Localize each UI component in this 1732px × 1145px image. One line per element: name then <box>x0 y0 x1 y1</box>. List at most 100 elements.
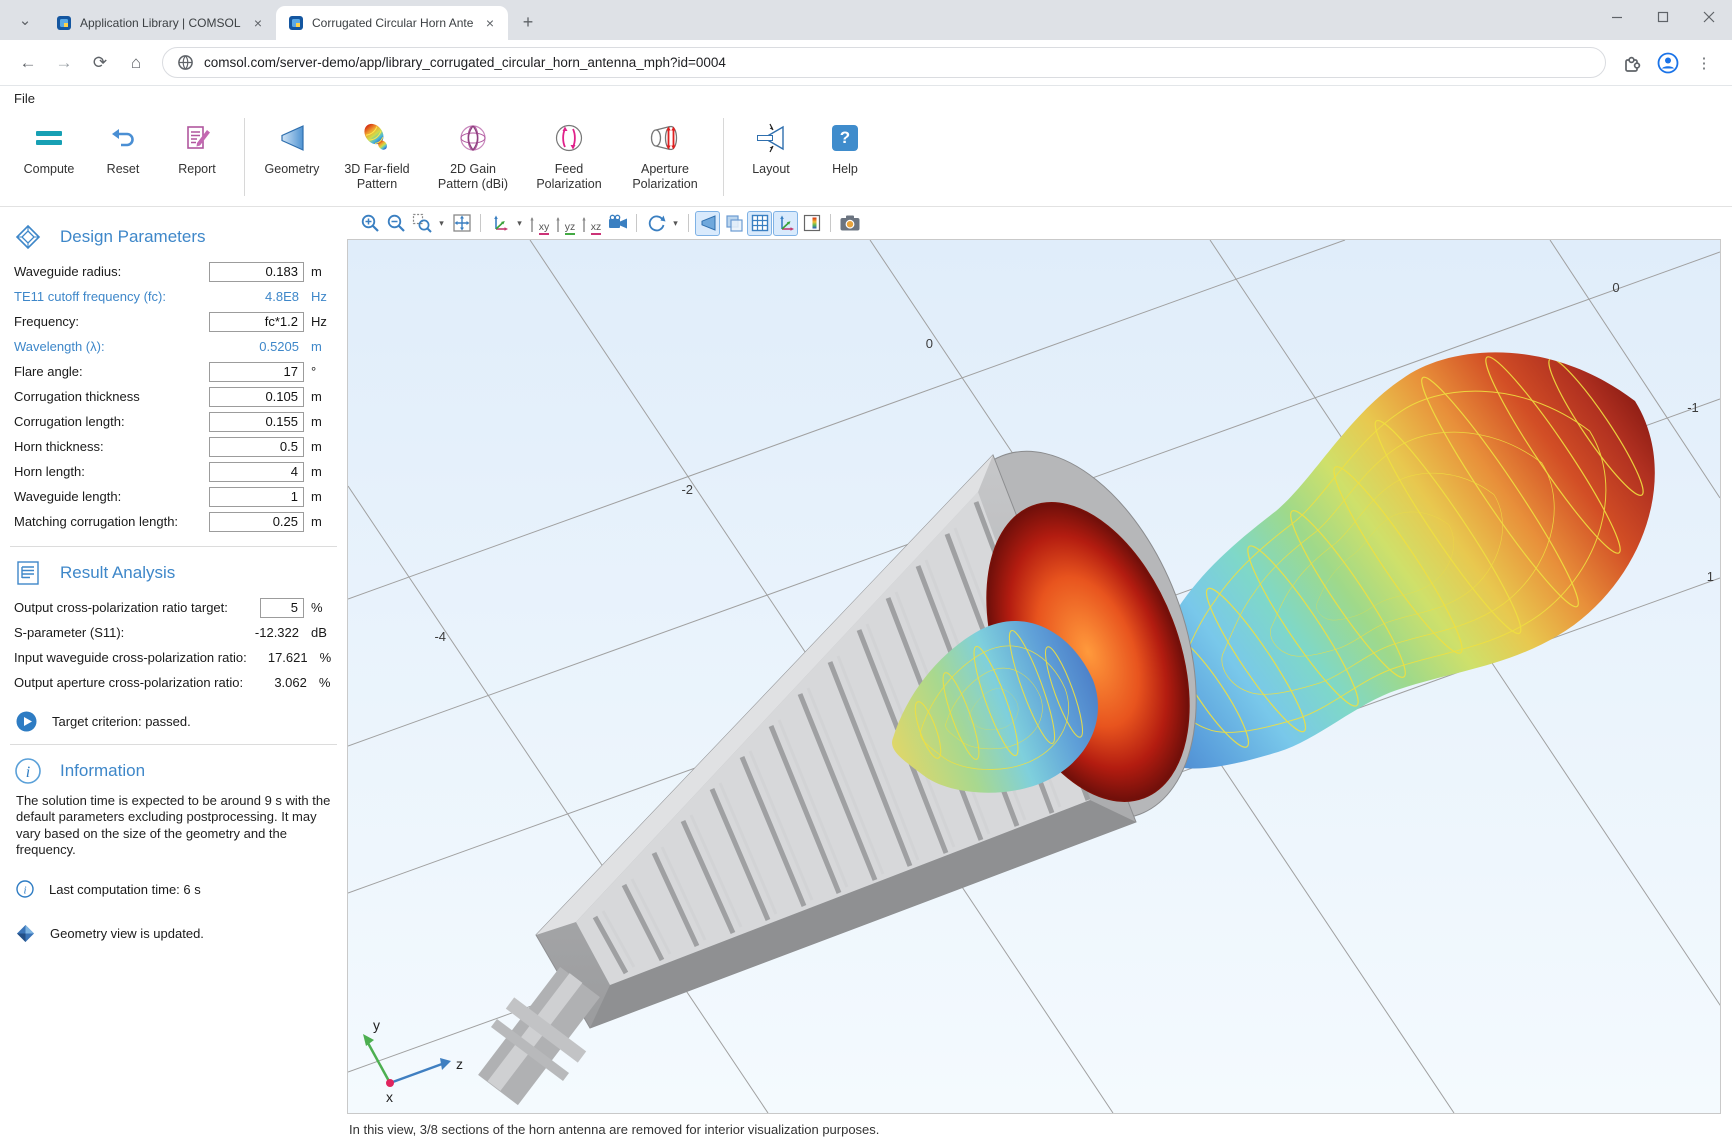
zoom-box-icon[interactable] <box>409 211 434 236</box>
output-cross-pol-value: 3.062 <box>243 675 312 690</box>
geometry-button[interactable]: Geometry <box>255 114 329 179</box>
geometry-updated-status: Geometry view is updated. <box>0 924 347 943</box>
tab-search-icon[interactable]: ⌄ <box>8 3 42 37</box>
param-row-readonly: Wavelength (λ): 0.5205 m <box>0 334 347 359</box>
zoom-out-icon[interactable] <box>383 211 408 236</box>
rotate-icon[interactable] <box>643 211 668 236</box>
param-row: Horn thickness: m <box>0 434 347 459</box>
flare-angle-input[interactable] <box>209 362 304 382</box>
far-field-pattern-icon <box>360 116 394 160</box>
transparency-icon[interactable] <box>721 211 746 236</box>
solution-time-note: The solution time is expected to be arou… <box>0 793 347 858</box>
scene-camera-icon[interactable] <box>605 211 630 236</box>
design-parameters-icon <box>14 223 42 251</box>
param-row: Frequency: Hz <box>0 309 347 334</box>
graphics-canvas[interactable]: 0 -2 -4 0 -1 1 <box>347 239 1721 1114</box>
view-xy-button[interactable]: xy <box>527 211 552 236</box>
horn-thickness-input[interactable] <box>209 437 304 457</box>
color-legend-toggle[interactable] <box>799 211 824 236</box>
gain-pattern-button[interactable]: 2D Gain Pattern (dBi) <box>425 114 521 194</box>
aperture-polarization-icon <box>648 116 682 160</box>
site-info-icon[interactable] <box>177 54 194 71</box>
tab-close-icon[interactable]: × <box>482 15 498 31</box>
info-circle-icon: i <box>16 880 34 898</box>
far-field-button[interactable]: 3D Far-field Pattern <box>329 114 425 194</box>
waveguide-radius-input[interactable] <box>209 262 304 282</box>
tab-close-icon[interactable]: × <box>250 15 266 31</box>
settings-sidebar: Design Parameters Waveguide radius: m TE… <box>0 207 347 1145</box>
geometry-diamond-icon <box>16 924 35 943</box>
zoom-extents-icon[interactable] <box>449 211 474 236</box>
view-xz-button[interactable]: xz <box>579 211 604 236</box>
toolbar-separator <box>480 214 481 232</box>
corrugation-length-input[interactable] <box>209 412 304 432</box>
reload-button[interactable]: ⟳ <box>84 47 116 79</box>
frequency-input[interactable] <box>209 312 304 332</box>
show-axes-toggle[interactable] <box>773 211 798 236</box>
corrugation-thickness-input[interactable] <box>209 387 304 407</box>
show-geometry-toggle[interactable] <box>695 211 720 236</box>
tab-horn-antenna[interactable]: Corrugated Circular Horn Anten × <box>276 6 508 40</box>
forward-button[interactable]: → <box>48 47 80 79</box>
rotate-caret[interactable]: ▾ <box>669 218 682 229</box>
input-cross-pol-value: 17.621 <box>247 650 313 665</box>
help-icon: ? <box>832 116 858 160</box>
information-header: i Information <box>0 757 347 785</box>
svg-text:i: i <box>26 764 30 781</box>
file-menu[interactable]: File <box>14 91 35 106</box>
back-button[interactable]: ← <box>12 47 44 79</box>
show-grid-toggle[interactable] <box>747 211 772 236</box>
new-tab-button[interactable]: + <box>514 8 542 36</box>
tab-title: Corrugated Circular Horn Anten <box>312 16 474 30</box>
graphics-toolbar: ▾ ▾ xy yz <box>347 207 1732 239</box>
tick-label: 1 <box>1707 569 1714 584</box>
toolbar-separator <box>636 214 637 232</box>
maximize-button[interactable] <box>1640 0 1686 34</box>
aperture-polarization-button[interactable]: Aperture Polarization <box>617 114 713 194</box>
param-row: Corrugation length: m <box>0 409 347 434</box>
matching-corrugation-length-input[interactable] <box>209 512 304 532</box>
app-menubar: File <box>0 86 1732 110</box>
profile-avatar[interactable] <box>1652 47 1684 79</box>
tab-title: Application Library | COMSOL S <box>80 16 242 30</box>
compute-icon <box>36 116 62 160</box>
zoom-in-icon[interactable] <box>357 211 382 236</box>
param-row: Waveguide length: m <box>0 484 347 509</box>
default-view-caret[interactable]: ▾ <box>513 218 526 229</box>
view-yz-button[interactable]: yz <box>553 211 578 236</box>
compute-button[interactable]: Compute <box>12 114 86 179</box>
screenshot-icon[interactable] <box>837 211 862 236</box>
home-button[interactable]: ⌂ <box>120 47 152 79</box>
section-title: Information <box>60 761 145 781</box>
layout-button[interactable]: Layout <box>734 114 808 179</box>
zoom-box-caret[interactable]: ▾ <box>435 218 448 229</box>
information-icon: i <box>14 757 42 785</box>
section-title: Design Parameters <box>60 227 206 247</box>
graphics-panel: ▾ ▾ xy yz <box>347 207 1732 1145</box>
report-button[interactable]: Report <box>160 114 234 179</box>
triad-x-label: x <box>386 1089 393 1105</box>
default-view-icon[interactable] <box>487 211 512 236</box>
horn-length-input[interactable] <box>209 462 304 482</box>
url-bar[interactable]: comsol.com/server-demo/app/library_corru… <box>162 47 1606 78</box>
section-title: Result Analysis <box>60 563 175 583</box>
minimize-button[interactable] <box>1594 0 1640 34</box>
tick-label: -1 <box>1687 400 1699 415</box>
tick-label: 0 <box>926 336 933 351</box>
cross-polarization-target-input[interactable] <box>260 598 304 618</box>
ribbon-separator <box>244 118 245 196</box>
comsol-favicon <box>56 15 72 31</box>
feed-polarization-button[interactable]: Feed Polarization <box>521 114 617 194</box>
tab-application-library[interactable]: Application Library | COMSOL S × <box>44 6 276 40</box>
waveguide-length-input[interactable] <box>209 487 304 507</box>
param-row: Horn length: m <box>0 459 347 484</box>
design-parameters-header: Design Parameters <box>0 223 347 251</box>
extensions-icon[interactable] <box>1616 47 1648 79</box>
reset-button[interactable]: Reset <box>86 114 160 179</box>
gain-pattern-icon <box>457 116 489 160</box>
section-divider <box>10 744 337 745</box>
browser-menu-icon[interactable]: ⋮ <box>1688 47 1720 79</box>
triad-z-label: z <box>456 1056 463 1072</box>
close-window-button[interactable] <box>1686 0 1732 34</box>
help-button[interactable]: ? Help <box>808 114 882 179</box>
